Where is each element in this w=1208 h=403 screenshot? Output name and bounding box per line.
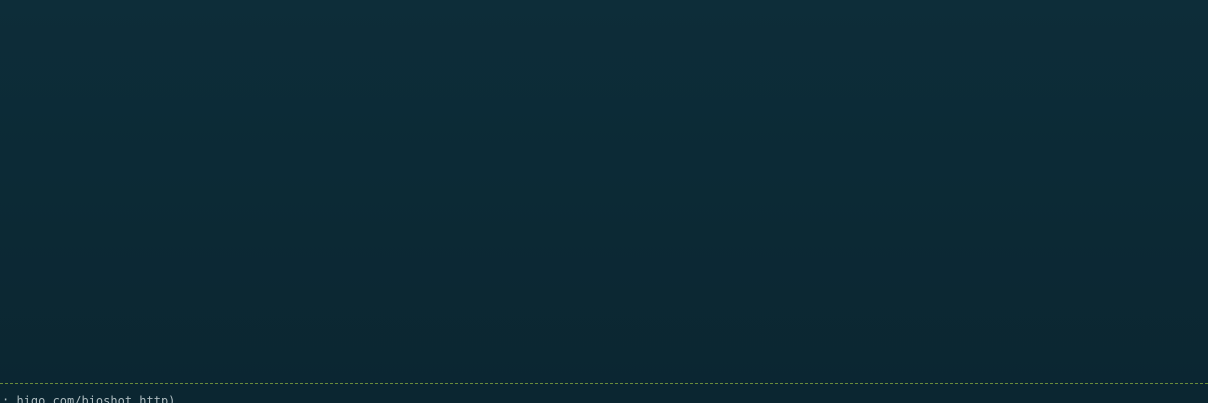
terminal-window[interactable]: 11.14.222.66|9423000|15221362|2.800.1|00… bbox=[0, 0, 1208, 403]
command-prompt[interactable]: : higo com/bioshot http) bbox=[2, 394, 175, 403]
dashed-divider bbox=[0, 383, 1208, 384]
